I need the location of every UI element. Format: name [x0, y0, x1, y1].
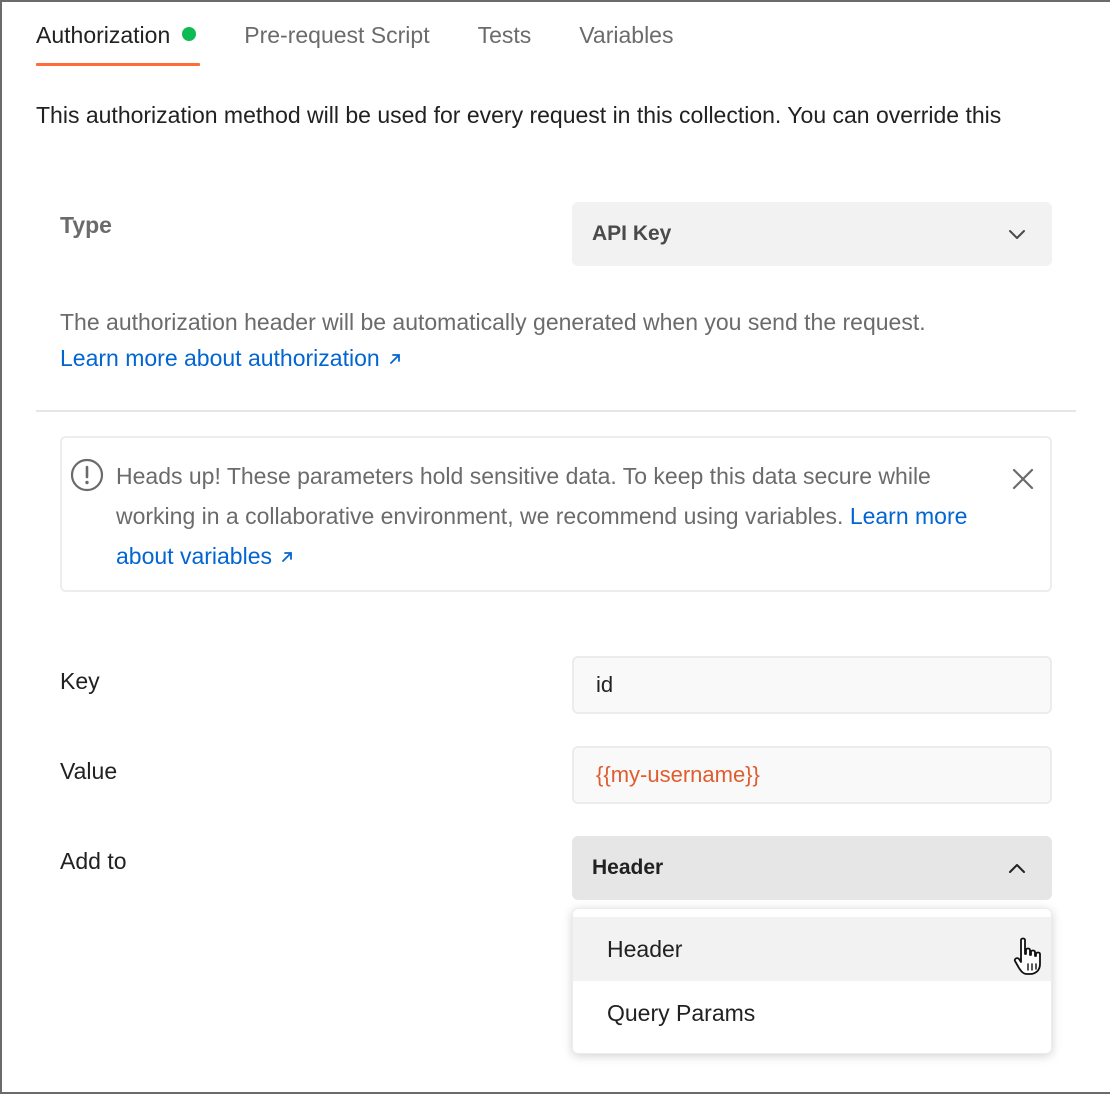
tab-bar: Authorization Pre-request Script Tests V… — [36, 2, 721, 68]
auth-help-text: The authorization header will be automat… — [60, 309, 926, 335]
auth-panel: Authorization Pre-request Script Tests V… — [0, 0, 1110, 1094]
type-label: Type — [60, 212, 112, 238]
arrow-up-right-icon — [389, 354, 400, 364]
intro-text: This authorization method will be used f… — [36, 102, 1002, 128]
status-dot-icon — [182, 27, 197, 41]
option-query-params[interactable]: Query Params — [573, 981, 1051, 1045]
alert-message: Heads up! These parameters hold sensitiv… — [116, 463, 931, 529]
sensitive-data-alert: Heads up! These parameters hold sensitiv… — [60, 436, 1052, 592]
add-to-select[interactable]: Header — [572, 836, 1052, 900]
chevron-up-icon — [1009, 864, 1025, 873]
tab-pre-request-script-label: Pre-request Script — [244, 22, 430, 48]
learn-more-authorization-link[interactable]: Learn more about authorization — [60, 340, 926, 376]
tab-tests[interactable]: Tests — [478, 2, 532, 68]
learn-more-authorization-label: Learn more about authorization — [60, 345, 380, 371]
close-icon[interactable] — [1008, 464, 1038, 494]
add-to-value: Header — [592, 856, 664, 879]
auth-type-value: API Key — [592, 222, 672, 245]
tab-authorization[interactable]: Authorization — [36, 2, 201, 68]
option-header[interactable]: Header — [573, 917, 1051, 981]
value-input[interactable]: {{my-username}} — [572, 746, 1052, 804]
exclamation-circle-icon — [70, 458, 104, 492]
auth-type-select[interactable]: API Key — [572, 202, 1052, 266]
tab-pre-request-script[interactable]: Pre-request Script — [244, 2, 429, 68]
key-label: Key — [60, 668, 100, 694]
tab-authorization-label: Authorization — [36, 22, 171, 48]
value-label: Value — [60, 758, 118, 784]
key-input[interactable]: id — [572, 656, 1052, 714]
tab-variables-label: Variables — [579, 22, 674, 48]
chevron-down-icon — [1009, 230, 1025, 239]
hand-pointer-icon — [1013, 937, 1041, 975]
add-to-dropdown-menu: Header Query Params — [572, 908, 1052, 1054]
tab-variables[interactable]: Variables — [579, 2, 673, 68]
divider — [36, 410, 1076, 412]
tab-tests-label: Tests — [477, 22, 532, 48]
alert-text: Heads up! These parameters hold sensitiv… — [116, 456, 976, 576]
arrow-up-right-icon — [282, 552, 292, 562]
add-to-label: Add to — [60, 848, 127, 874]
auth-help: The authorization header will be automat… — [60, 304, 926, 376]
